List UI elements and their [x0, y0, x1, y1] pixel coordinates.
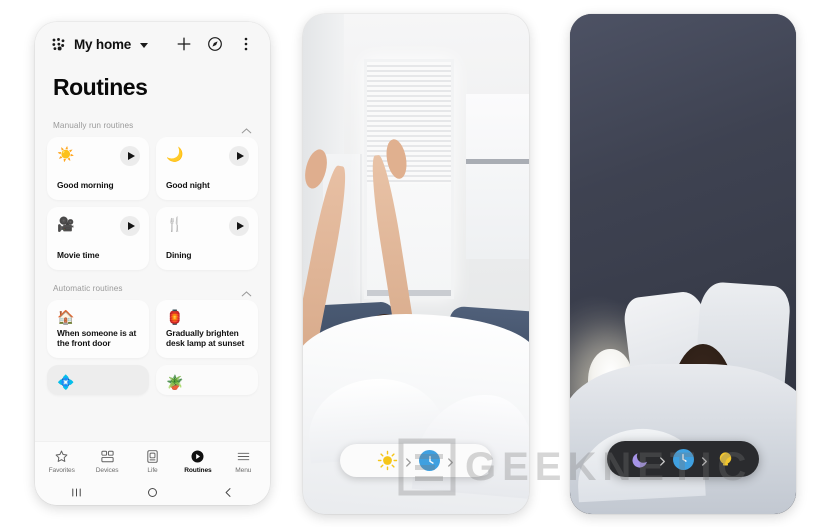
chevron-right-icon: [446, 455, 455, 467]
clock-icon: [672, 448, 694, 470]
devices-grid-icon: [100, 449, 115, 464]
routine-card-good-night[interactable]: 🌙 Good night: [156, 137, 258, 200]
more-vertical-icon[interactable]: [238, 36, 254, 52]
recents-icon[interactable]: [70, 486, 83, 499]
routine-card-good-morning[interactable]: ☀️ Good morning: [47, 137, 149, 200]
bottom-nav-row: Favorites Devices Life Routines Menu: [39, 449, 266, 474]
routine-label: Good night: [166, 180, 210, 191]
section-title-automatic: Automatic routines: [53, 284, 123, 293]
nav-label: Routines: [184, 467, 212, 474]
play-triangle-icon: [236, 222, 244, 230]
chevron-right-icon: [700, 454, 709, 466]
automatic-routines-grid: 🏠 When someone is at the front door 🏮 Gr…: [47, 300, 258, 395]
routine-card-peek-left[interactable]: 💠: [47, 365, 149, 395]
chevron-up-icon[interactable]: [241, 122, 252, 133]
clock-icon-circle: [672, 448, 694, 470]
play-triangle-icon: [236, 152, 244, 160]
bright-bedroom-photo: [303, 14, 529, 514]
play-button[interactable]: [229, 146, 249, 166]
routine-sequence-pill-dark[interactable]: [607, 441, 759, 477]
nav-label: Menu: [235, 467, 252, 474]
nav-label: Favorites: [48, 467, 75, 474]
clock-icon-circle: [419, 450, 440, 471]
phone-middle-bright-scene: [303, 14, 529, 514]
manual-routines-grid: ☀️ Good morning 🌙 Good night 🎥 Movie tim…: [47, 137, 258, 270]
section-header-automatic[interactable]: Automatic routines: [47, 280, 258, 300]
routines-scroll-area[interactable]: Manually run routines ☀️ Good morning 🌙 …: [35, 117, 270, 441]
phone-left-smartthings-app: My home Routines Manually run routines ☀…: [35, 22, 270, 505]
back-chevron-icon[interactable]: [222, 486, 235, 499]
dark-bedroom-photo: [570, 14, 796, 514]
home-selector[interactable]: My home: [51, 36, 149, 52]
house-icon: 🏠: [57, 309, 75, 325]
routine-label: Good morning: [57, 180, 114, 191]
lamp-bulb-icon: [715, 449, 736, 470]
desk-lamp-icon: 🏮: [166, 309, 184, 325]
hamburger-menu-icon: [236, 449, 251, 464]
chevron-up-icon[interactable]: [241, 285, 252, 296]
play-button[interactable]: [120, 146, 140, 166]
nav-item-routines[interactable]: Routines: [175, 449, 220, 474]
life-card-icon: [145, 449, 160, 464]
chevron-right-icon: [404, 455, 413, 467]
grid-dots-icon: [51, 37, 66, 52]
nav-item-devices[interactable]: Devices: [84, 449, 129, 474]
header-actions: [176, 36, 254, 52]
window-right-bar: [465, 159, 529, 164]
routine-label: Dining: [166, 250, 192, 261]
page-title: Routines: [53, 74, 148, 100]
app-header: My home: [35, 22, 270, 60]
nav-item-menu[interactable]: Menu: [221, 449, 266, 474]
chevron-down-icon: [140, 42, 149, 48]
nav-label: Devices: [95, 467, 119, 474]
plus-icon[interactable]: [176, 36, 192, 52]
star-icon: [54, 449, 69, 464]
smartthings-app: My home Routines Manually run routines ☀…: [35, 22, 270, 505]
bottom-navigation: Favorites Devices Life Routines Menu: [35, 441, 270, 505]
nav-item-life[interactable]: Life: [130, 449, 175, 474]
moon-icon: [631, 449, 652, 470]
routine-label: When someone is at the front door: [57, 327, 137, 349]
nav-label: Life: [147, 467, 158, 474]
window-right: [465, 94, 529, 259]
home-name-label: My home: [74, 36, 132, 52]
compass-icon[interactable]: [207, 36, 223, 52]
chevron-right-icon: [658, 454, 667, 466]
routine-card-movie-time[interactable]: 🎥 Movie time: [47, 207, 149, 270]
sun-icon: [377, 450, 398, 471]
plant-icon: 🪴: [166, 374, 184, 390]
android-system-navigation: [39, 479, 266, 505]
routine-label: Gradually brighten desk lamp at sunset: [166, 327, 245, 349]
routine-card-front-door[interactable]: 🏠 When someone is at the front door: [47, 300, 149, 358]
play-triangle-icon: [127, 152, 135, 160]
sensor-icon: 💠: [57, 374, 75, 390]
routine-card-peek-right[interactable]: 🪴: [156, 365, 258, 395]
play-button[interactable]: [120, 216, 140, 236]
routine-card-dining[interactable]: 🍴 Dining: [156, 207, 258, 270]
clock-icon: [419, 450, 440, 471]
routine-label: Movie time: [57, 250, 100, 261]
play-triangle-icon: [127, 222, 135, 230]
screenshot-stage: My home Routines Manually run routines ☀…: [0, 0, 829, 527]
phone-right-dark-scene: [570, 14, 796, 514]
section-header-manual[interactable]: Manually run routines: [47, 117, 258, 137]
routine-sequence-pill-light[interactable]: [340, 444, 492, 477]
section-title-manual: Manually run routines: [53, 121, 134, 130]
home-circle-icon[interactable]: [146, 486, 159, 499]
play-button[interactable]: [229, 216, 249, 236]
nav-item-favorites[interactable]: Favorites: [39, 449, 84, 474]
routines-play-icon: [190, 449, 205, 464]
routine-card-desk-lamp-sunset[interactable]: 🏮 Gradually brighten desk lamp at sunset: [156, 300, 258, 358]
